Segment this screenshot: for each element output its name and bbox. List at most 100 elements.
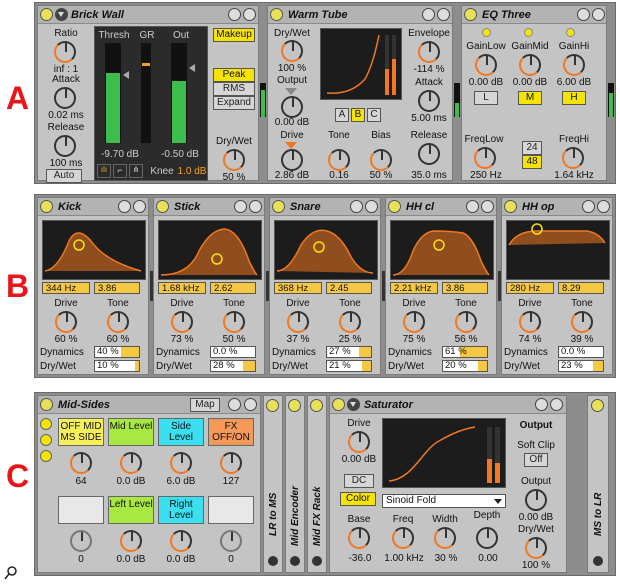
- thresh-meter[interactable]: [105, 43, 121, 143]
- lookahead-3-icon[interactable]: ⋔: [129, 164, 143, 178]
- slope-48-button[interactable]: 48: [522, 155, 542, 169]
- auto-button[interactable]: Auto: [46, 169, 82, 183]
- hot-swap-icon[interactable]: [422, 8, 435, 21]
- save-preset-icon[interactable]: [550, 398, 563, 411]
- freq-knob[interactable]: [392, 527, 414, 549]
- save-preset-icon[interactable]: [290, 556, 300, 566]
- save-preset-icon[interactable]: [592, 8, 605, 21]
- device-power-icon[interactable]: [591, 399, 604, 412]
- magnifier-icon[interactable]: [4, 566, 18, 580]
- tone-knob[interactable]: [339, 311, 361, 333]
- save-preset-icon[interactable]: [268, 556, 278, 566]
- drywet-knob[interactable]: [525, 537, 547, 559]
- drive-knob[interactable]: [348, 431, 370, 453]
- device-power-icon[interactable]: [270, 8, 283, 21]
- device-view-icon[interactable]: [40, 450, 52, 462]
- device-power-icon[interactable]: [40, 8, 53, 21]
- device-power-icon[interactable]: [40, 200, 53, 213]
- filter-freq-field[interactable]: 2.21 kHz: [390, 282, 438, 294]
- freqlow-knob[interactable]: [474, 147, 496, 169]
- macro-knob[interactable]: [70, 530, 92, 552]
- peak-button[interactable]: Peak: [213, 68, 255, 82]
- hot-swap-icon[interactable]: [577, 8, 590, 21]
- expand-button[interactable]: Expand: [213, 96, 255, 110]
- device-power-icon[interactable]: [156, 200, 169, 213]
- drywet-slider[interactable]: 23 %: [558, 360, 604, 372]
- attack-knob[interactable]: [418, 90, 440, 112]
- device-power-icon[interactable]: [388, 200, 401, 213]
- lookahead-1-icon[interactable]: ılı: [97, 164, 111, 178]
- save-preset-icon[interactable]: [437, 8, 450, 21]
- filter-q-field[interactable]: 2.62: [210, 282, 256, 294]
- filter-freq-field[interactable]: 1.68 kHz: [158, 282, 206, 294]
- save-preset-icon[interactable]: [312, 556, 322, 566]
- drive-knob[interactable]: [287, 311, 309, 333]
- hot-swap-icon[interactable]: [118, 200, 131, 213]
- save-preset-icon[interactable]: [593, 556, 603, 566]
- macro-knob[interactable]: [120, 530, 142, 552]
- macro-knob[interactable]: [220, 530, 242, 552]
- gainmid-knob[interactable]: [519, 54, 541, 76]
- gainlow-knob[interactable]: [475, 54, 497, 76]
- save-preset-icon[interactable]: [597, 200, 610, 213]
- device-power-icon[interactable]: [40, 398, 53, 411]
- mid-on-button[interactable]: M: [518, 91, 542, 105]
- map-button[interactable]: Map: [190, 398, 220, 412]
- release-knob[interactable]: [418, 143, 440, 165]
- fold-triangle-icon[interactable]: [55, 8, 68, 21]
- slope-24-button[interactable]: 24: [522, 141, 542, 155]
- attack-knob[interactable]: [54, 87, 76, 109]
- tone-knob[interactable]: [328, 149, 350, 171]
- filter-q-field[interactable]: 3.86: [442, 282, 488, 294]
- output-knob[interactable]: [525, 489, 547, 511]
- device-power-icon[interactable]: [288, 399, 301, 412]
- out-meter[interactable]: [171, 43, 187, 143]
- drywet-slider[interactable]: 10 %: [94, 360, 140, 372]
- filter-q-field[interactable]: 3.86: [94, 282, 140, 294]
- hot-swap-icon[interactable]: [350, 200, 363, 213]
- save-preset-icon[interactable]: [249, 200, 262, 213]
- device-power-icon[interactable]: [332, 398, 345, 411]
- drywet-slider[interactable]: 21 %: [326, 360, 372, 372]
- hot-swap-icon[interactable]: [228, 8, 241, 21]
- width-knob[interactable]: [434, 527, 456, 549]
- filter-curve-display[interactable]: [390, 220, 494, 280]
- drive-knob[interactable]: [403, 311, 425, 333]
- filter-q-field[interactable]: 2.45: [326, 282, 372, 294]
- tube-c-button[interactable]: C: [367, 108, 381, 122]
- device-power-icon[interactable]: [272, 200, 285, 213]
- filter-freq-field[interactable]: 280 Hz: [506, 282, 554, 294]
- drywet-knob[interactable]: [281, 40, 303, 62]
- drive-knob[interactable]: [171, 311, 193, 333]
- filter-freq-field[interactable]: 344 Hz: [42, 282, 90, 294]
- freqhi-knob[interactable]: [562, 147, 584, 169]
- makeup-button[interactable]: Makeup: [213, 28, 255, 42]
- drywet-knob[interactable]: [223, 149, 245, 171]
- filter-q-field[interactable]: 8.29: [558, 282, 604, 294]
- chain-list-icon[interactable]: [40, 434, 52, 446]
- tube-a-button[interactable]: A: [335, 108, 349, 122]
- release-knob[interactable]: [54, 135, 76, 157]
- color-button[interactable]: Color: [340, 492, 376, 506]
- device-power-icon[interactable]: [310, 399, 323, 412]
- save-preset-icon[interactable]: [244, 398, 257, 411]
- filter-curve-display[interactable]: [506, 220, 610, 280]
- filter-curve-display[interactable]: [42, 220, 146, 280]
- ratio-knob[interactable]: [54, 41, 76, 63]
- curve-type-select[interactable]: Sinoid Fold: [382, 494, 506, 508]
- save-preset-icon[interactable]: [481, 200, 494, 213]
- macro-view-icon[interactable]: [40, 418, 52, 430]
- macro-knob[interactable]: [120, 452, 142, 474]
- knee-value[interactable]: 1.0 dB: [177, 166, 207, 177]
- device-power-icon[interactable]: [464, 8, 477, 21]
- save-preset-icon[interactable]: [365, 200, 378, 213]
- bias-knob[interactable]: [370, 149, 392, 171]
- hot-swap-icon[interactable]: [228, 398, 241, 411]
- hi-on-button[interactable]: H: [562, 91, 586, 105]
- low-on-button[interactable]: L: [474, 91, 498, 105]
- lookahead-2-icon[interactable]: ⌐: [113, 164, 127, 178]
- dynamics-slider[interactable]: 0.0 %: [558, 346, 604, 358]
- save-preset-icon[interactable]: [133, 200, 146, 213]
- macro-knob[interactable]: [170, 530, 192, 552]
- drive-knob[interactable]: [281, 149, 303, 171]
